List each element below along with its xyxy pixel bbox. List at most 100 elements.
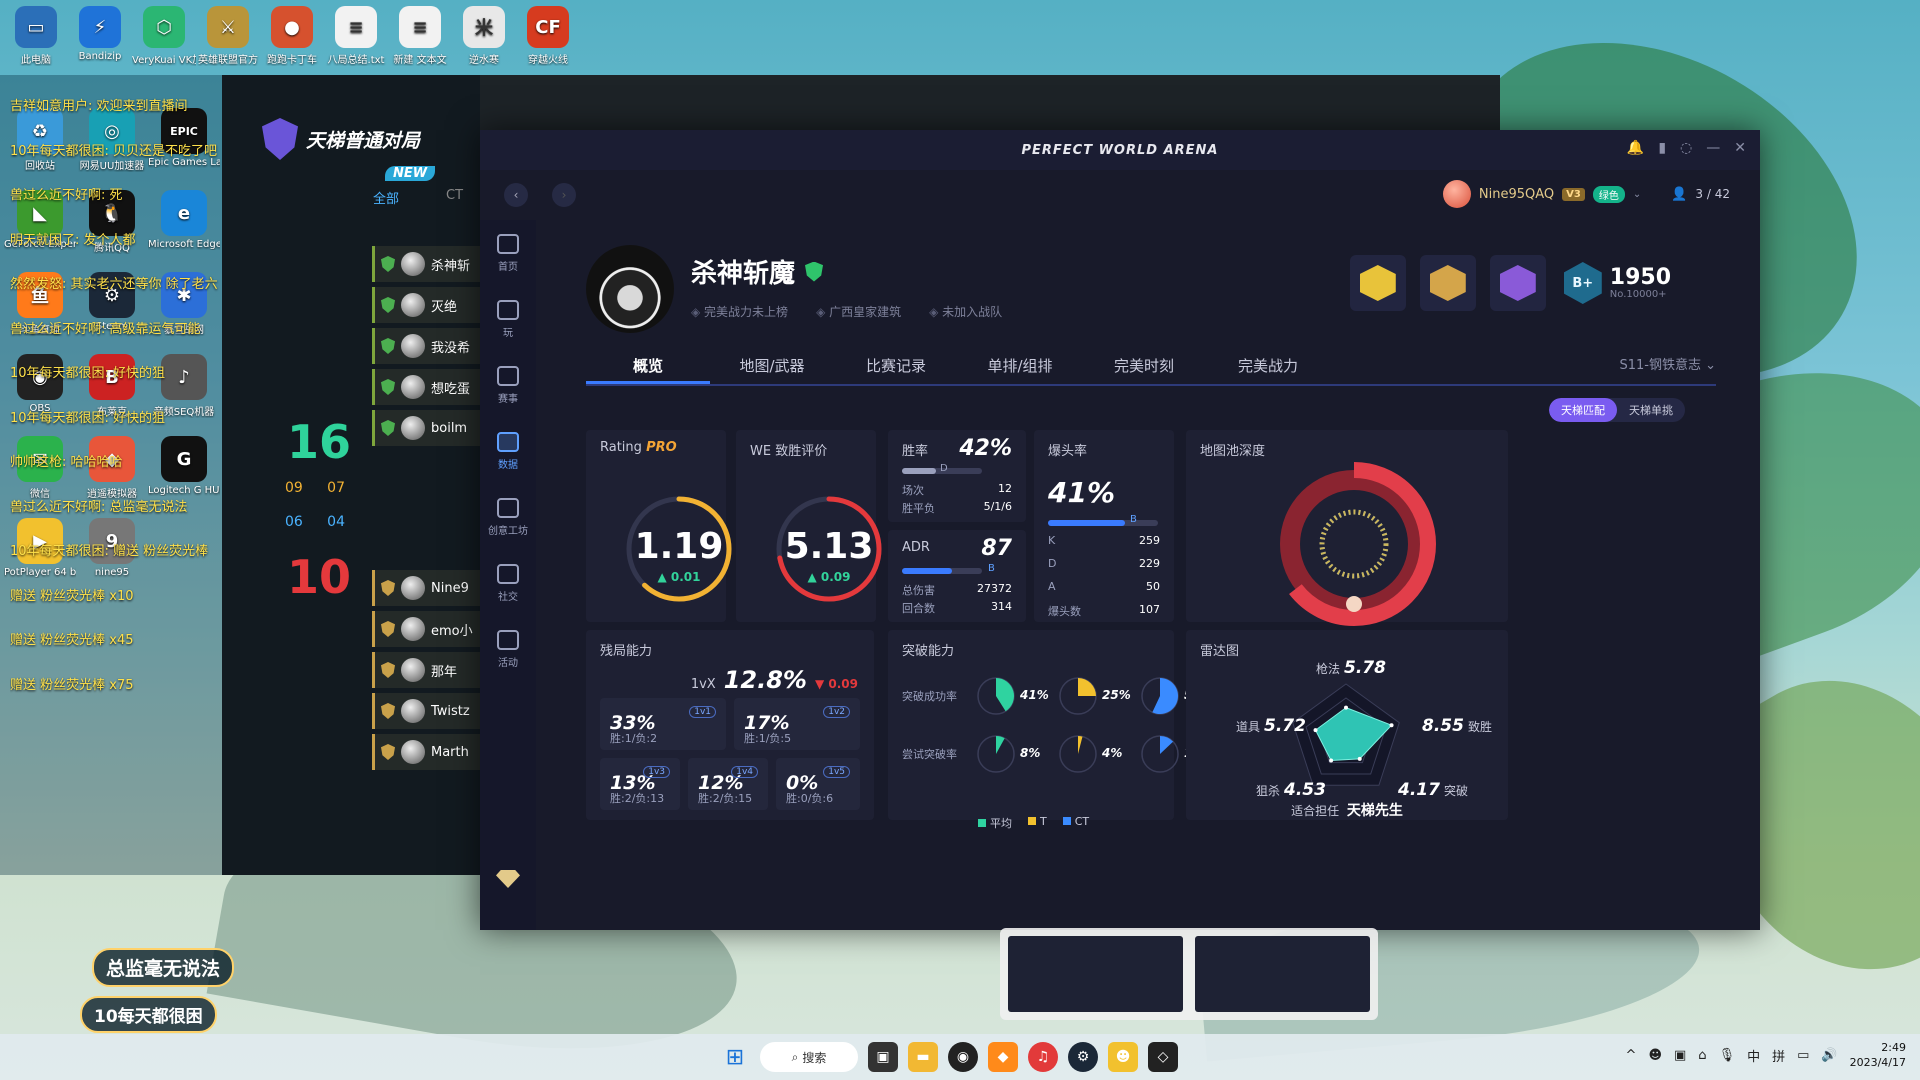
rating-card[interactable]: Rating PRO 1.19 ▲ 0.01 <box>586 430 732 622</box>
clutch-cell[interactable]: 33% 胜:1/负:2 1v1 <box>600 698 726 750</box>
tab-item[interactable]: 单排/组排 <box>958 348 1082 384</box>
online-count[interactable]: 3 / 42 <box>1695 187 1730 201</box>
chevron-down-icon[interactable]: ⌄ <box>1633 189 1641 200</box>
preview-window-1[interactable] <box>1008 936 1183 1012</box>
signal-icon[interactable]: ▮ <box>1658 140 1666 156</box>
close-icon[interactable]: ✕ <box>1734 140 1746 156</box>
medal-3[interactable] <box>1489 255 1546 311</box>
roster-row[interactable]: Twistz <box>372 693 480 729</box>
rank-block[interactable]: B+ 1950 No.10000+ <box>1563 262 1671 304</box>
mode-ladder-solo[interactable]: 天梯单挑 <box>1617 398 1685 422</box>
clutch-cell[interactable]: 17% 胜:1/负:5 1v2 <box>734 698 860 750</box>
tray-mic-icon[interactable]: 🎙 <box>1719 1048 1736 1063</box>
roster-row[interactable]: emo小 <box>372 611 480 647</box>
taskbar-preview[interactable] <box>1000 928 1378 1020</box>
task-view-icon[interactable]: ▣ <box>868 1042 898 1072</box>
bell-icon[interactable]: 🔔 <box>1627 140 1644 156</box>
tray-volume-icon[interactable]: 🔊 <box>1821 1048 1837 1063</box>
tab-item[interactable]: 比赛记录 <box>834 348 958 384</box>
sidenav-item[interactable]: 数据 <box>480 418 536 484</box>
desktop-icon[interactable]: ⚡ Bandizip <box>68 6 132 62</box>
we-card[interactable]: WE 致胜评价 5.13 ▲ 0.09 <box>736 430 882 622</box>
filter-all-tab[interactable]: 全部 <box>373 188 399 207</box>
mode-ladder-match[interactable]: 天梯匹配 <box>1549 398 1617 422</box>
medal-2[interactable] <box>1419 255 1476 311</box>
rank-number: No.10000+ <box>1609 288 1667 300</box>
start-icon[interactable]: ⊞ <box>720 1042 750 1072</box>
adr-card[interactable]: ADR 87 B 总伤害 27372 回合数 314 <box>888 530 1026 622</box>
mappool-card[interactable]: 地图池深度 <box>1186 430 1508 626</box>
user-avatar[interactable] <box>1442 180 1471 208</box>
season-select[interactable]: S11-钢铁意志 ⌄ <box>1619 348 1716 384</box>
filter-ct-tab[interactable]: CT <box>446 188 463 203</box>
sidenav-icon <box>497 497 519 518</box>
user-box[interactable]: Nine95QAQ V3 绿色 ⌄ 👤 3 / 42 <box>1442 180 1730 208</box>
meta-club[interactable]: 广西皇家建筑 <box>816 303 901 320</box>
desktop-icon[interactable]: ⚔ 英雄联盟官方 <box>196 6 260 66</box>
roster-row[interactable]: Nine9 <box>372 570 480 606</box>
desktop-icon[interactable]: ▭ 此电脑 <box>4 6 68 66</box>
back-button[interactable]: ‹ <box>504 183 528 207</box>
sidenav-item[interactable]: 首页 <box>480 220 536 286</box>
clutch-cell[interactable]: 13% 胜:2/负:13 1v3 <box>600 758 680 810</box>
desktop-icon[interactable]: ≡ 新建 文本文 <box>388 6 452 66</box>
sidenav-item[interactable]: 活动 <box>480 616 536 682</box>
tab-item[interactable]: 完美战力 <box>1206 348 1330 384</box>
desktop-icon[interactable]: 米逆水寒 <box>452 6 516 66</box>
tray-camera-icon[interactable]: ▣ <box>1674 1048 1686 1063</box>
friends-icon[interactable]: 👤 <box>1671 187 1687 202</box>
forward-button[interactable]: › <box>552 183 576 207</box>
sidenav-icon <box>497 563 519 584</box>
panda-icon[interactable]: ☻ <box>1108 1042 1138 1072</box>
explorer-icon[interactable]: ▬ <box>908 1042 938 1072</box>
breakthrough-card[interactable]: 突破能力 突破成功率 尝试突破率 41%25%57%8%4%13% 平均 T C… <box>888 630 1213 830</box>
pwa-icon[interactable]: ◇ <box>1148 1042 1178 1072</box>
tray-monitor-icon[interactable]: ▭ <box>1797 1048 1809 1063</box>
roster-row[interactable]: boilm <box>372 410 480 446</box>
clock[interactable]: 2:49 2023/4/17 <box>1850 1040 1906 1070</box>
tray-overflow-icon[interactable]: ^ <box>1626 1048 1637 1063</box>
clutch-cell[interactable]: 12% 胜:2/负:15 1v4 <box>688 758 768 810</box>
skin-icon[interactable]: ◌ <box>1680 140 1692 156</box>
tab-item[interactable]: 概览 <box>586 348 710 384</box>
roster-row[interactable]: 灭绝 <box>372 287 480 323</box>
clutch-card[interactable]: 残局能力 1vX 12.8% ▼ 0.09 33% 胜:1/负:2 1v1 17% 胜:… <box>586 630 874 820</box>
medal-1[interactable] <box>1349 255 1406 311</box>
desktop-icon[interactable]: ● 跑跑卡丁车 <box>260 6 324 66</box>
player-name: boilm <box>431 420 468 436</box>
roster-row[interactable]: 那年 <box>372 652 480 688</box>
search-icon: ⌕ <box>791 1049 799 1064</box>
sidenav-item[interactable]: 赛事 <box>480 352 536 418</box>
sidenav-item[interactable]: 玩 <box>480 286 536 352</box>
desktop-icon[interactable]: ≡ 八局总结.txt <box>324 6 388 66</box>
obs-icon[interactable]: ◉ <box>948 1042 978 1072</box>
tray-app-icon[interactable]: ☻ <box>1648 1048 1662 1063</box>
netease-music-icon[interactable]: ♫ <box>1028 1042 1058 1072</box>
orange-app-icon[interactable]: ◆ <box>988 1042 1018 1072</box>
tray-ime-lang[interactable]: 中 <box>1747 1046 1760 1065</box>
minimize-icon[interactable]: — <box>1706 140 1720 156</box>
sidenav-item[interactable]: 社交 <box>480 550 536 616</box>
roster-row[interactable]: 我没希 <box>372 328 480 364</box>
preview-window-2[interactable] <box>1195 936 1370 1012</box>
player-name: Nine9 <box>431 580 469 596</box>
tray-network-icon[interactable]: ⌂ <box>1698 1048 1706 1063</box>
steam-icon[interactable]: ⚙ <box>1068 1042 1098 1072</box>
taskbar-search[interactable]: ⌕ 搜索 <box>760 1042 858 1072</box>
roster-row[interactable]: 杀神斩 <box>372 246 480 282</box>
roster-row[interactable]: 想吃蛋 <box>372 369 480 405</box>
user-name[interactable]: Nine95QAQ <box>1479 187 1554 202</box>
tab-item[interactable]: 完美时刻 <box>1082 348 1206 384</box>
winrate-card[interactable]: 胜率 42% D 场次 12 胜平负 5/1/6 <box>888 430 1026 522</box>
player-avatar <box>401 699 425 723</box>
sidenav-item[interactable]: 创意工坊 <box>480 484 536 550</box>
desktop-icon[interactable]: ⬡ VeryKuai VK加速器 <box>132 6 196 66</box>
app-icon: ▭ <box>15 6 57 48</box>
clutch-cell[interactable]: 0% 胜:0/负:6 1v5 <box>776 758 860 810</box>
radar-card[interactable]: 雷达图 枪法 5.78 8.55 致胜 4.17 突破 狙杀 4.53 道具 5.72 适合担任 … <box>1186 630 1508 820</box>
roster-row[interactable]: Marth <box>372 734 480 770</box>
tab-item[interactable]: 地图/武器 <box>710 348 834 384</box>
desktop-icon[interactable]: CF 穿越火线 <box>516 6 580 66</box>
headshot-card[interactable]: 爆头率 41% B K 259 D 229 A 50 爆头数 107 <box>1034 430 1174 622</box>
tray-ime-mode[interactable]: 拼 <box>1772 1046 1785 1065</box>
